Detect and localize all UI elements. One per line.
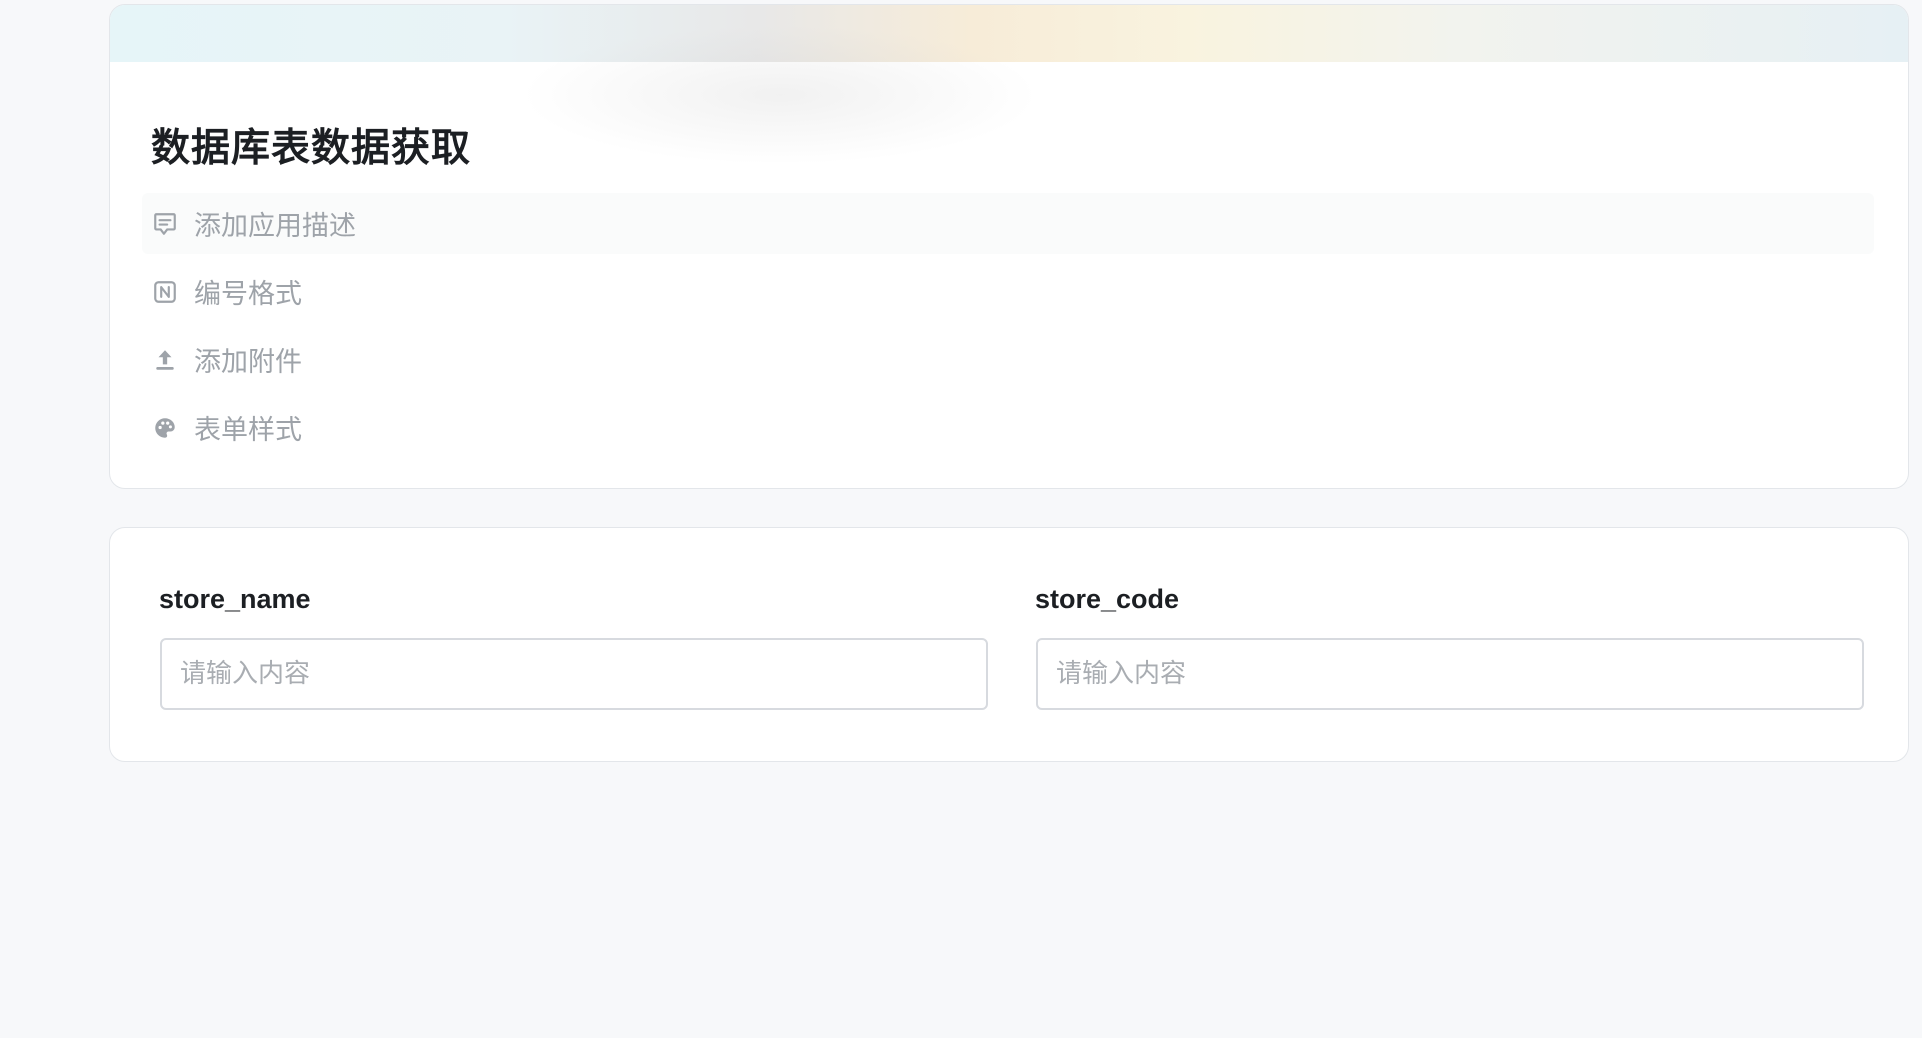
option-add-attachment[interactable]: 添加附件 — [142, 329, 1874, 390]
option-number-format[interactable]: 编号格式 — [142, 261, 1874, 322]
number-format-icon — [151, 278, 179, 306]
option-add-description[interactable]: 添加应用描述 — [142, 193, 1874, 254]
form-header-card: 数据库表数据获取 添加应用描述 编号格式 添加附件 表单样式 — [109, 4, 1909, 489]
form-option-list: 添加应用描述 编号格式 添加附件 表单样式 — [142, 193, 1874, 465]
option-label: 添加附件 — [194, 347, 302, 378]
page-title[interactable]: 数据库表数据获取 — [151, 117, 471, 173]
page: 数据库表数据获取 添加应用描述 编号格式 添加附件 表单样式 store_nam… — [0, 0, 1922, 1038]
palette-icon — [151, 414, 179, 442]
store-code-label: store_code — [1035, 584, 1180, 614]
option-label: 编号格式 — [194, 279, 302, 310]
option-label: 表单样式 — [194, 415, 302, 446]
option-label: 添加应用描述 — [194, 211, 356, 242]
comment-icon — [151, 210, 179, 238]
store-name-input[interactable] — [160, 638, 988, 710]
form-fields-card: store_name store_code — [109, 527, 1909, 762]
store-code-input[interactable] — [1036, 638, 1864, 710]
header-banner — [110, 5, 1908, 62]
option-form-style[interactable]: 表单样式 — [142, 397, 1874, 458]
store-name-label: store_name — [159, 584, 311, 614]
upload-icon — [151, 346, 179, 374]
